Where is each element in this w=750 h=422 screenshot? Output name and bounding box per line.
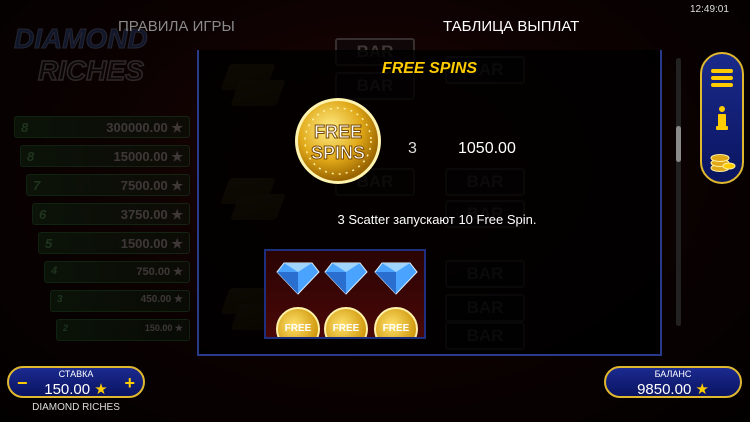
hamburger-icon[interactable] [708,64,736,92]
content-scrollbar[interactable] [676,58,681,326]
tab-game-rules[interactable]: ПРАВИЛА ИГРЫ [118,18,235,35]
star-icon: ★ [695,381,709,398]
balance-display: БАЛАНС 9850.00 ★ [604,366,742,398]
balance-value: 9850.00 ★ [637,381,709,398]
info-icon[interactable] [708,104,736,132]
info-tabs: ПРАВИЛА ИГРЫ ТАБЛИЦА ВЫПЛАТ [0,0,700,48]
bet-label: СТАВКА [58,369,94,379]
balance-label: БАЛАНС [654,369,692,379]
game-name: DIAMOND RICHES [32,402,120,413]
scrollbar-thumb[interactable] [676,126,681,162]
side-menu [700,52,744,184]
star-icon: ★ [94,381,108,398]
bet-control: − СТАВКА 150.00 ★ + [7,366,145,398]
tab-paytable[interactable]: ТАБЛИЦА ВЫПЛАТ [443,18,579,35]
coins-icon[interactable] [708,146,736,174]
increase-bet-button[interactable]: + [124,373,135,394]
bet-value: 150.00 ★ [44,381,108,398]
content-frame [197,50,662,356]
